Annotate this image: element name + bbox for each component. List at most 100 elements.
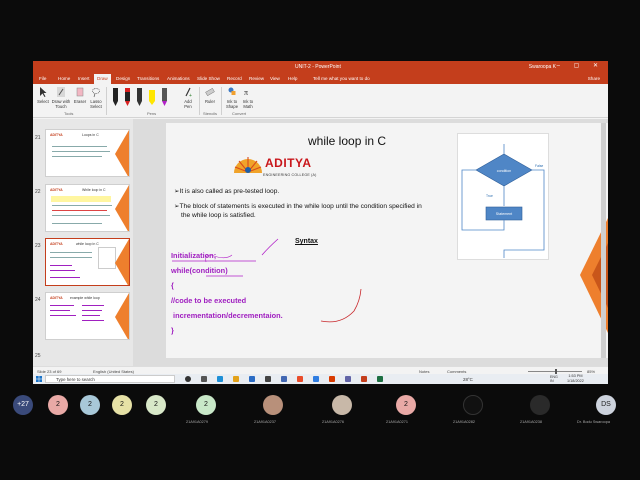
eraser-tool[interactable]: Eraser (73, 86, 87, 104)
add-pen-label: Add Pen (184, 99, 192, 109)
tab-insert[interactable]: Insert (78, 76, 90, 81)
draw-with-touch-tool[interactable]: Draw with Touch (50, 86, 72, 109)
participant-name: 21A91A0276 (322, 420, 344, 424)
ink-to-math-button[interactable]: π Ink to Math (241, 86, 255, 109)
input-language[interactable]: ENG IN (550, 375, 562, 383)
thumb-code-line (50, 270, 75, 271)
tab-record[interactable]: Record (227, 76, 242, 81)
clock-time: 1:53 PM (568, 374, 583, 378)
host-avatar[interactable]: DS (596, 395, 616, 415)
vertical-scrollbar[interactable] (601, 123, 606, 358)
select-tool[interactable]: Select (36, 86, 50, 104)
ruler-icon (205, 87, 215, 97)
window-controls[interactable]: – ▢ ✕ (557, 62, 604, 69)
zoom-app-icon[interactable] (249, 376, 255, 382)
weather-widget[interactable]: 28°C (463, 377, 473, 382)
participant-photo-avatar[interactable] (530, 395, 550, 415)
slide-editor[interactable]: while loop in C ADITYA ENGINEERING COLLE… (133, 119, 608, 366)
draw-ribbon: Select Draw with Touch Eraser Lasso Sele… (33, 84, 608, 118)
clock[interactable]: 1:53 PM 1/18/2022 (567, 374, 584, 383)
office-icon[interactable] (329, 376, 335, 382)
participant-avatar[interactable]: 2 (146, 395, 166, 415)
pens-group-label: Pens (147, 111, 157, 116)
tab-view[interactable]: View (270, 76, 280, 81)
thumb-text-line (50, 257, 92, 258)
tell-me-box[interactable]: Tell me what you want to do (313, 76, 370, 81)
thumb-number: 24 (35, 297, 41, 303)
thumb-title: Loops in C (82, 133, 99, 137)
ink-annotations (172, 238, 362, 323)
participant-avatar[interactable]: 2 (48, 395, 68, 415)
tab-draw[interactable]: Draw (94, 74, 111, 84)
tab-design[interactable]: Design (116, 76, 130, 81)
select-label: Select (37, 99, 49, 104)
more-participants-badge[interactable]: +27 (13, 395, 33, 415)
tab-transitions[interactable]: Transitions (137, 76, 159, 81)
participant-photo-avatar[interactable] (332, 395, 352, 415)
pen-dark-icon (137, 88, 142, 106)
app-icon[interactable] (281, 376, 287, 382)
powerpoint-window: UNIT-2 - PowerPoint Swaroopa K – ▢ ✕ Fil… (33, 61, 608, 384)
participant-photo-avatar[interactable] (263, 395, 283, 415)
store-icon[interactable] (265, 376, 271, 382)
taskbar-search-placeholder: Type here to search (56, 377, 95, 382)
clock-date: 1/18/2022 (567, 378, 584, 383)
document-title: UNIT-2 - PowerPoint (295, 64, 341, 70)
lasso-label: Lasso Select (90, 99, 102, 109)
thumbnail-slide-23-selected[interactable]: ADITYA while loop in C (45, 238, 130, 286)
word-icon[interactable] (313, 376, 319, 382)
tab-help[interactable]: Help (288, 76, 297, 81)
taskbar-search-box[interactable]: Type here to search (45, 375, 175, 383)
tab-slide-show[interactable]: Slide Show (197, 76, 220, 81)
edge-icon[interactable] (217, 376, 223, 382)
file-explorer-icon[interactable] (233, 376, 239, 382)
user-name[interactable]: Swaroopa K (529, 64, 556, 70)
chrome-icon[interactable] (297, 376, 303, 382)
tab-animations[interactable]: Animations (167, 76, 190, 81)
fc-condition-label: condition (497, 169, 511, 173)
screen: UNIT-2 - PowerPoint Swaroopa K – ▢ ✕ Fil… (0, 0, 640, 480)
ink-to-shape-button[interactable]: Ink to Shape (224, 86, 240, 109)
fc-statement-label: Statement (496, 212, 512, 216)
thumb-code-line (50, 277, 80, 278)
share-button[interactable]: Share (588, 76, 600, 81)
group-separator (199, 87, 200, 115)
tab-file[interactable]: File (39, 76, 46, 81)
cortana-icon[interactable] (185, 376, 191, 382)
participant-avatar[interactable]: 2 (80, 395, 100, 415)
thumb-text-line (52, 205, 112, 206)
fc-true-label: True (486, 194, 493, 198)
powerpoint-taskbar-icon[interactable] (361, 376, 367, 382)
thumb-code-line (82, 310, 102, 311)
thumb-logo: ADITYA (50, 188, 63, 192)
participant-photo-avatar[interactable] (463, 395, 483, 415)
eraser-icon (76, 87, 84, 97)
thumbnail-slide-24[interactable]: ADITYA example while loop (45, 292, 130, 340)
thumbnail-slide-21[interactable]: ADITYA Loops in C (45, 129, 130, 177)
ink-to-shape-label: Ink to Shape (225, 99, 239, 109)
flowchart-image: condition False True Statement (457, 133, 549, 260)
excel-icon[interactable] (377, 376, 383, 382)
slide-thumbnails-pane[interactable]: 21 ADITYA Loops in C 22 ADITYA While loo… (33, 119, 133, 366)
current-slide[interactable]: while loop in C ADITYA ENGINEERING COLLE… (166, 123, 608, 358)
lasso-select-tool[interactable]: Lasso Select (88, 86, 104, 109)
ruler-button[interactable]: Ruler (203, 86, 217, 104)
thumb-text-line (52, 151, 110, 152)
teams-icon[interactable] (345, 376, 351, 382)
participant-avatar[interactable]: 2 (396, 395, 416, 415)
tab-review[interactable]: Review (249, 76, 264, 81)
thumb-orange-triangle (115, 239, 129, 285)
thumb-logo: ADITYA (50, 242, 63, 246)
group-separator (106, 87, 107, 115)
add-pen-button[interactable]: + Add Pen (181, 86, 195, 109)
thumb-number: 23 (35, 243, 41, 249)
thumbnail-slide-22[interactable]: ADITYA While loop in C (45, 184, 130, 232)
participant-name: 21A91A0282 (453, 420, 475, 424)
task-view-icon[interactable] (201, 376, 207, 382)
participant-avatar[interactable]: 2 (112, 395, 132, 415)
windows-start-icon[interactable] (36, 376, 42, 382)
tab-home[interactable]: Home (58, 76, 70, 81)
participant-avatar[interactable]: 2 (196, 395, 216, 415)
participant-name: 21A91A0271 (386, 420, 408, 424)
thumb-text-line (50, 252, 92, 253)
